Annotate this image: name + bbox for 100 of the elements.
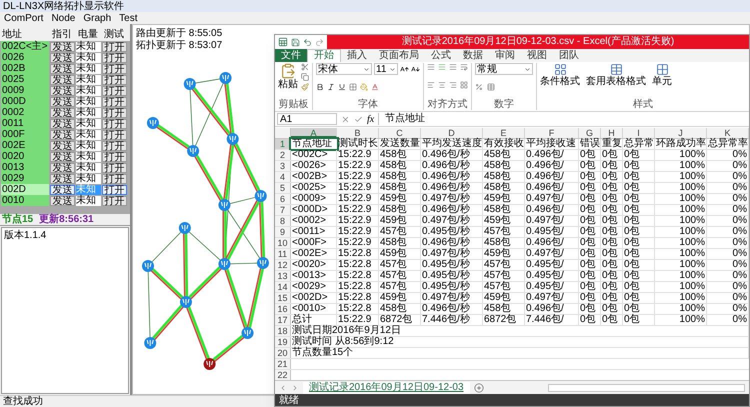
node-icon[interactable] — [220, 72, 232, 84]
send-button[interactable]: 发送 — [50, 162, 75, 172]
grow-font-icon[interactable] — [400, 64, 409, 74]
open-button[interactable]: 打开 — [102, 42, 127, 52]
row-number[interactable]: 8 — [275, 216, 291, 226]
menu-item[interactable]: Test — [119, 12, 138, 24]
add-sheet-icon[interactable] — [474, 382, 484, 392]
address-cell[interactable]: 0020 — [1, 151, 49, 162]
column-header[interactable]: F — [525, 128, 579, 138]
paste-button[interactable]: 粘贴 — [278, 79, 298, 90]
align-bottom-icon[interactable] — [449, 63, 457, 71]
open-button[interactable]: 打开 — [102, 130, 127, 140]
node-icon[interactable] — [144, 337, 156, 349]
check-icon[interactable] — [354, 114, 363, 124]
conditional-format-button[interactable]: 条件格式 — [540, 63, 580, 87]
row-number[interactable]: 12 — [275, 260, 291, 270]
address-cell[interactable]: 0029 — [1, 173, 49, 184]
row-number[interactable]: 7 — [275, 205, 291, 215]
open-button[interactable]: 打开 — [102, 162, 127, 172]
send-button[interactable]: 发送 — [50, 152, 75, 162]
node-icon[interactable] — [180, 296, 192, 308]
row-number[interactable]: 6 — [275, 194, 291, 204]
open-button[interactable]: 打开 — [102, 64, 127, 74]
node-icon[interactable] — [146, 117, 159, 129]
row-number[interactable]: 15 — [275, 293, 291, 303]
menu-item[interactable]: Node — [51, 12, 76, 24]
address-cell[interactable]: 002C<主> — [1, 41, 49, 52]
node-icon[interactable] — [187, 145, 200, 157]
ribbon-tab[interactable]: 团队 — [553, 49, 585, 62]
cancel-icon[interactable] — [341, 114, 350, 124]
menu-item[interactable]: ComPort — [4, 12, 44, 24]
address-cell[interactable]: 0025 — [1, 74, 49, 85]
formula-field[interactable]: 节点地址 — [378, 113, 747, 125]
font-size-field[interactable]: 11 — [374, 63, 398, 75]
row-number[interactable]: 4 — [275, 172, 291, 182]
node-icon[interactable] — [204, 358, 216, 370]
italic-icon[interactable] — [327, 83, 335, 91]
previous-sheet-icon[interactable] — [279, 384, 287, 392]
address-cell[interactable]: 002B — [1, 63, 49, 74]
underline-icon[interactable] — [338, 83, 346, 91]
row-number[interactable]: 11 — [275, 249, 291, 259]
bold-icon[interactable] — [316, 83, 324, 91]
column-header[interactable]: A — [291, 128, 337, 138]
font-name-field[interactable]: 宋体 — [316, 63, 372, 75]
address-cell[interactable]: 0009 — [1, 85, 49, 96]
send-button[interactable]: 发送 — [50, 64, 75, 74]
address-cell[interactable]: 000D — [1, 96, 49, 107]
borders-icon[interactable] — [349, 83, 357, 91]
scissors-icon[interactable] — [301, 63, 309, 71]
row-number[interactable]: 16 — [275, 304, 291, 314]
redo-icon[interactable] — [315, 38, 324, 46]
open-button[interactable]: 打开 — [102, 108, 127, 118]
table-format-button[interactable]: 套用表格格式 — [586, 63, 646, 87]
send-button[interactable]: 发送 — [50, 52, 75, 62]
copy-icon[interactable] — [301, 73, 309, 81]
ribbon-tab[interactable]: 数据 — [457, 49, 489, 62]
ribbon-tab[interactable]: 开始 — [307, 49, 341, 62]
address-cell[interactable]: 002D — [1, 184, 49, 195]
ribbon-tab[interactable]: 页面布局 — [373, 49, 425, 62]
send-button[interactable]: 发送 — [50, 118, 75, 128]
node-icon[interactable] — [218, 199, 230, 211]
row-number[interactable]: 13 — [275, 271, 291, 281]
open-button[interactable]: 打开 — [102, 140, 127, 150]
node-icon[interactable] — [178, 222, 191, 234]
shrink-font-icon[interactable] — [411, 64, 420, 74]
open-button[interactable]: 打开 — [102, 118, 127, 128]
row-number[interactable]: 10 — [275, 238, 291, 248]
align-top-icon[interactable] — [427, 63, 435, 71]
row-number[interactable]: 3 — [275, 161, 291, 171]
open-button[interactable]: 打开 — [102, 86, 127, 96]
align-middle-icon[interactable] — [438, 63, 446, 71]
column-header[interactable]: I — [623, 128, 655, 138]
column-header[interactable]: G — [579, 128, 601, 138]
send-button[interactable]: 发送 — [50, 184, 75, 194]
node-icon[interactable] — [242, 327, 254, 339]
paste-icon[interactable] — [280, 63, 296, 79]
send-button[interactable]: 发送 — [50, 196, 75, 206]
row-number[interactable]: 2 — [275, 150, 291, 160]
column-header[interactable]: H — [601, 128, 623, 138]
open-button[interactable]: 打开 — [102, 96, 127, 106]
paintbrush-icon[interactable] — [301, 83, 309, 91]
sheet-tab[interactable]: 测试记录2016年09月12日09-12-03 — [303, 382, 470, 394]
open-button[interactable]: 打开 — [102, 152, 127, 162]
horizontal-scrollbar[interactable] — [548, 384, 745, 392]
ribbon-tab[interactable]: 审阅 — [489, 49, 521, 62]
ribbon-tab[interactable]: 插入 — [341, 49, 373, 62]
open-button[interactable]: 打开 — [102, 196, 127, 206]
undo-icon[interactable] — [303, 38, 312, 46]
column-header[interactable]: E — [483, 128, 525, 138]
row-number[interactable]: 5 — [275, 183, 291, 193]
address-cell[interactable]: 0013 — [1, 162, 49, 173]
menu-item[interactable]: Graph — [83, 12, 112, 24]
send-button[interactable]: 发送 — [50, 108, 75, 118]
node-icon[interactable] — [226, 133, 239, 145]
row-number[interactable]: 20 — [275, 348, 291, 358]
address-cell[interactable]: 0002 — [1, 107, 49, 118]
ribbon-tab[interactable]: 文件 — [275, 49, 307, 62]
row-number[interactable]: 17 — [275, 315, 291, 325]
address-cell[interactable]: 002E — [1, 140, 49, 151]
address-cell[interactable]: 000F — [1, 129, 49, 140]
